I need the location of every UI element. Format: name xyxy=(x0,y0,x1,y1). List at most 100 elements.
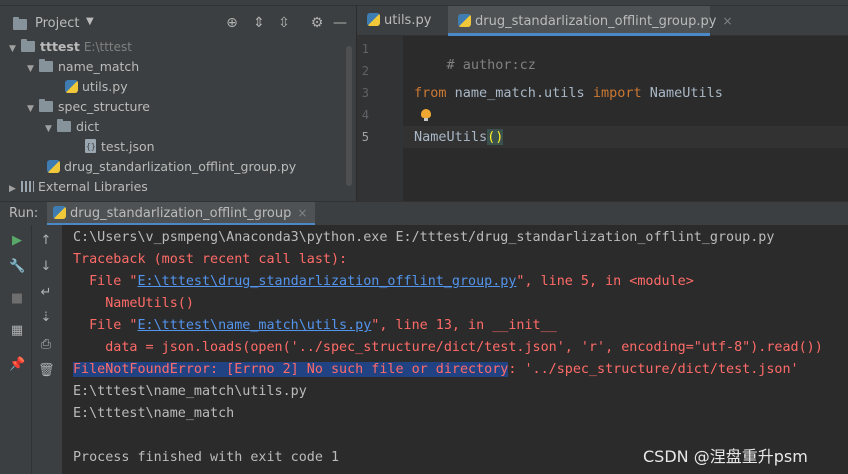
console-command-line: C:\Users\v_psmpeng\Anaconda3\python.exe … xyxy=(73,230,775,245)
code-line-5[interactable]: NameUtils() xyxy=(414,129,504,145)
wrench-icon[interactable]: 🔧 xyxy=(9,259,25,275)
project-scrollbar[interactable] xyxy=(346,46,352,186)
error-detail: : '../spec_structure/dict/test.json' xyxy=(508,362,799,377)
code-line-3[interactable]: from name_match.utils import NameUtils xyxy=(414,85,723,101)
print-icon[interactable]: ⎙ xyxy=(38,337,54,353)
comment: # author:cz xyxy=(446,57,536,73)
traceback-code-2: data = json.loads(open('../spec_structur… xyxy=(73,340,823,355)
frame-suffix: ", line 5, in <module> xyxy=(516,274,694,289)
python-file-icon xyxy=(367,13,380,26)
process-finished-line: Process finished with exit code 1 xyxy=(73,450,340,465)
chevron-down-icon[interactable]: ▼ xyxy=(9,39,21,59)
pin-icon[interactable]: 📌 xyxy=(9,357,25,373)
soft-wrap-icon[interactable]: ↵ xyxy=(38,285,54,301)
tree-item-utils[interactable]: utils.py xyxy=(65,77,128,97)
tab-drug-file[interactable]: drug_standarlization_offlint_group.py × xyxy=(448,6,733,36)
project-toolbar: Project ▼ ⊕ ⇕ ⇳ ⚙ — xyxy=(0,6,356,40)
line-number: 5 xyxy=(361,130,369,144)
tree-item-test-json[interactable]: test.json xyxy=(85,137,155,157)
output-line-2: E:\tttest\name_match xyxy=(73,406,235,421)
library-icon xyxy=(21,181,34,192)
expand-all-icon[interactable]: ⇕ xyxy=(251,15,267,31)
tree-item-spec-structure[interactable]: ▼ spec_structure xyxy=(27,97,150,117)
keyword-from: from xyxy=(414,85,447,101)
project-folder-icon xyxy=(13,17,27,30)
frame-prefix: File " xyxy=(73,274,138,289)
line-number: 3 xyxy=(361,86,369,100)
tree-item-label: dict xyxy=(76,119,100,134)
tree-item-name-match[interactable]: ▼ name_match xyxy=(27,57,139,77)
frame-prefix: File " xyxy=(73,318,138,333)
close-icon[interactable]: × xyxy=(297,206,307,220)
file-link[interactable]: E:\tttest\name_match\utils.py xyxy=(138,318,372,333)
stop-icon[interactable]: ■ xyxy=(9,291,25,307)
tree-item-label: name_match xyxy=(58,59,140,74)
gear-icon[interactable]: ⚙ xyxy=(309,15,325,31)
tree-item-label: drug_standarlization_offlint_group.py xyxy=(64,159,297,174)
module-name: name_match.utils xyxy=(446,85,593,101)
tab-label: utils.py xyxy=(384,13,432,28)
arrow-down-icon[interactable]: ↓ xyxy=(38,259,54,275)
close-icon[interactable]: × xyxy=(722,14,732,28)
tab-label: drug_standarlization_offlint_group.py xyxy=(475,14,717,29)
traceback-frame-1: File "E:\tttest\drug_standarlization_off… xyxy=(73,274,694,289)
tree-item-dict[interactable]: ▼ dict xyxy=(45,117,99,137)
chevron-down-icon[interactable]: ▼ xyxy=(86,16,94,27)
tree-item-label: test.json xyxy=(101,139,155,154)
editor-tab-bar: utils.py drug_standarlization_offlint_gr… xyxy=(357,6,848,36)
python-file-icon xyxy=(53,206,66,219)
traceback-frame-2: File "E:\tttest\name_match\utils.py", li… xyxy=(73,318,557,333)
tree-item-external-libraries[interactable]: ▶ External Libraries xyxy=(9,177,148,197)
error-message: FileNotFoundError: [Errno 2] No such fil… xyxy=(73,362,799,377)
folder-icon xyxy=(39,99,53,112)
keyword-import: import xyxy=(592,85,642,101)
collapse-all-icon[interactable]: ⇳ xyxy=(276,15,292,31)
file-link[interactable]: E:\tttest\drug_standarlization_offlint_g… xyxy=(138,274,517,289)
line-number: 2 xyxy=(361,64,369,78)
tree-item-label: utils.py xyxy=(82,79,128,94)
traceback-code-1: NameUtils() xyxy=(73,296,194,311)
trash-icon[interactable]: 🗑 xyxy=(38,363,55,379)
layout-icon[interactable]: ▦ xyxy=(9,323,25,339)
chevron-down-icon[interactable]: ▼ xyxy=(27,99,39,119)
editor: utils.py drug_standarlization_offlint_gr… xyxy=(357,6,848,201)
run-toolbar-secondary: ↑ ↓ ↵ ⇣ ⎙ 🗑 xyxy=(32,225,62,474)
chevron-down-icon[interactable]: ▼ xyxy=(45,119,57,139)
imported-name: NameUtils xyxy=(641,85,723,101)
python-file-icon xyxy=(47,160,60,173)
watermark: CSDN @涅盘重升psm xyxy=(643,447,808,466)
run-tool-window-header: Run: drug_standarlization_offlint_group × xyxy=(0,201,848,226)
selected-error-text: FileNotFoundError: [Errno 2] No such fil… xyxy=(73,362,509,377)
tree-item-root[interactable]: ▼ tttest E:\tttest xyxy=(9,37,132,57)
line-number: 1 xyxy=(361,42,369,56)
scroll-to-end-icon[interactable]: ⇣ xyxy=(38,310,54,326)
json-file-icon xyxy=(85,137,96,157)
project-panel: Project ▼ ⊕ ⇕ ⇳ ⚙ — ▼ tttest E:\tttest ▼ na… xyxy=(0,6,356,201)
output-line-1: E:\tttest\name_match\utils.py xyxy=(73,384,307,399)
project-view-selector[interactable]: Project xyxy=(35,16,79,31)
root-folder-path: E:\tttest xyxy=(83,40,132,54)
matched-parens: () xyxy=(487,129,504,145)
run-console[interactable]: C:\Users\v_psmpeng\Anaconda3\python.exe … xyxy=(62,225,848,474)
run-tab[interactable]: drug_standarlization_offlint_group × xyxy=(47,202,316,226)
tree-item-label: spec_structure xyxy=(58,99,150,114)
run-toolbar-primary: ▶ 🔧 ■ ▦ 📌 xyxy=(0,225,32,474)
minimize-icon[interactable]: — xyxy=(332,15,348,31)
python-file-icon xyxy=(65,80,78,93)
root-folder-name: tttest xyxy=(40,39,80,54)
tree-item-drug-file[interactable]: drug_standarlization_offlint_group.py xyxy=(47,157,296,177)
python-file-icon xyxy=(458,14,471,27)
tab-utils[interactable]: utils.py xyxy=(357,6,447,36)
rerun-icon[interactable]: ▶ xyxy=(9,233,25,249)
code-line-1[interactable]: # author:cz xyxy=(414,41,536,89)
arrow-up-icon[interactable]: ↑ xyxy=(38,233,54,249)
chevron-right-icon[interactable]: ▶ xyxy=(9,179,21,199)
traceback-header: Traceback (most recent call last): xyxy=(73,252,348,267)
tree-item-label: External Libraries xyxy=(38,179,148,194)
lightbulb-icon[interactable] xyxy=(421,109,431,121)
chevron-down-icon[interactable]: ▼ xyxy=(27,59,39,79)
folder-icon xyxy=(39,59,53,72)
folder-icon xyxy=(21,39,35,52)
call-name: NameUtils xyxy=(414,129,488,145)
locate-icon[interactable]: ⊕ xyxy=(224,15,240,31)
